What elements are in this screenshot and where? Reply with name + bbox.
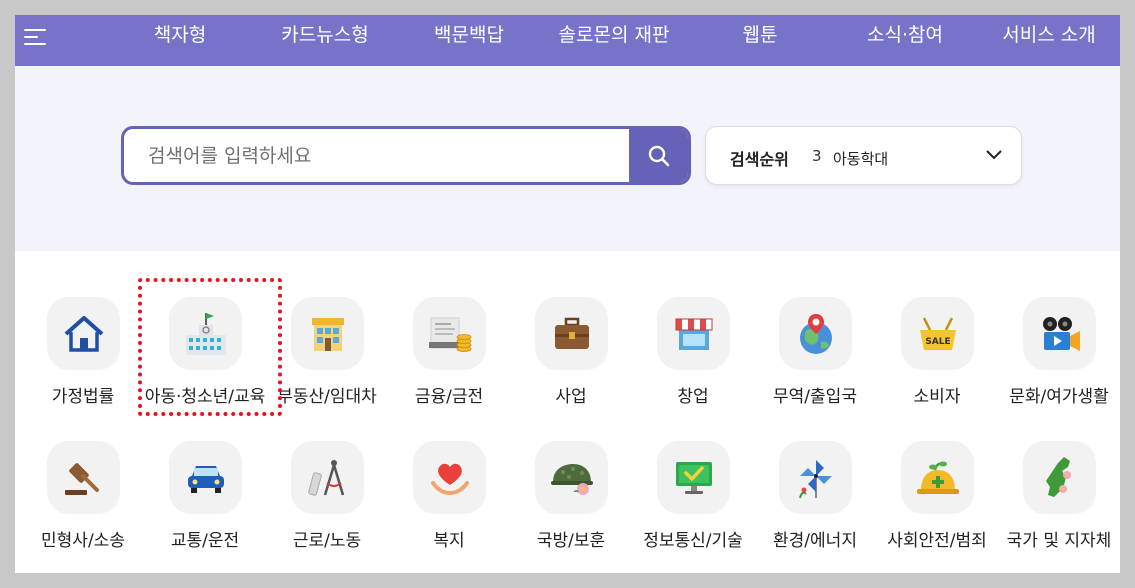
category-label: 근로/노동 [292,531,362,551]
chevron-down-icon [986,150,1002,160]
category-label: 문화/여가생활 [1009,387,1109,407]
school-icon [169,297,242,370]
category-environment-energy[interactable]: 환경/에너지 [754,441,876,566]
category-label: 소비자 [913,387,961,407]
category-startup[interactable]: 창업 [632,297,754,422]
search-box [121,126,691,185]
ranking-term: 아동학대 [833,150,889,168]
nav-item-card-news[interactable]: 카드뉴스형 [281,15,368,58]
category-label: 복지 [433,531,465,551]
category-defense-veterans[interactable]: 국방/보훈 [510,441,632,566]
category-ict[interactable]: 정보통신/기술 [632,441,754,566]
nav-item-news[interactable]: 소식·참여 [867,15,943,58]
category-label: 부동산/임대차 [277,387,377,407]
category-label: 교통/운전 [170,531,240,551]
category-business[interactable]: 사업 [510,297,632,422]
category-real-estate[interactable]: 부동산/임대차 [266,297,388,422]
sale-basket-icon: SALE [901,297,974,370]
category-label: 사업 [555,387,587,407]
category-label: 국가 및 지자체 [1006,531,1112,551]
hardhat-icon [901,441,974,514]
category-label: 민형사/소송 [41,531,125,551]
search-input[interactable] [124,129,629,182]
category-label: 가정법률 [51,387,115,407]
category-public-safety[interactable]: 사회안전/범죄 [876,441,998,566]
heart-hands-icon [413,441,486,514]
category-labor[interactable]: 근로/노동 [266,441,388,566]
category-label: 창업 [677,387,709,407]
ranking-number: 3 [812,147,822,165]
category-finance[interactable]: 금융/금전 [388,297,510,422]
category-label: 금융/금전 [414,387,484,407]
category-family-law[interactable]: 가정법률 [22,297,144,422]
category-trade-immigration[interactable]: 무역/출입국 [754,297,876,422]
category-culture-leisure[interactable]: 문화/여가생활 [998,297,1120,422]
category-label: 국방/보훈 [536,531,606,551]
top-nav: 책자형 카드뉴스형 백문백답 솔로몬의 재판 웹툰 소식·참여 서비스 소개 [15,15,1120,66]
page-frame: 책자형 카드뉴스형 백문백답 솔로몬의 재판 웹툰 소식·참여 서비스 소개 검… [15,15,1120,573]
category-label: 정보통신/기술 [643,531,743,551]
category-welfare[interactable]: 복지 [388,441,510,566]
search-icon [648,145,669,166]
storefront-icon [657,297,730,370]
menu-icon[interactable] [24,26,48,48]
gavel-icon [47,441,120,514]
nav-item-webtoon[interactable]: 웹툰 [743,15,778,58]
nav-item-solomon[interactable]: 솔로몬의 재판 [559,15,670,58]
movie-camera-icon [1023,297,1096,370]
coins-icon [413,297,486,370]
search-hero: 검색순위 3 아동학대 [15,66,1120,251]
korea-map-icon [1023,441,1096,514]
category-label: 무역/출입국 [773,387,857,407]
category-youth-education[interactable]: 아동·청소년/교육 [144,297,266,422]
search-button[interactable] [629,129,688,182]
category-label: 사회안전/범죄 [887,531,987,551]
helmet-flower-icon [535,441,608,514]
pinwheel-icon [779,441,852,514]
briefcase-icon [535,297,608,370]
house-icon [47,297,120,370]
compass-tool-icon [291,441,364,514]
ranking-label: 검색순위 [730,150,789,169]
car-icon [169,441,242,514]
svg-text:SALE: SALE [925,337,950,347]
category-consumer[interactable]: SALE 소비자 [876,297,998,422]
globe-pin-icon [779,297,852,370]
category-civil-criminal[interactable]: 민형사/소송 [22,441,144,566]
nav-item-booklet[interactable]: 책자형 [154,15,206,58]
nav-item-qna[interactable]: 백문백답 [434,15,504,58]
category-government[interactable]: 국가 및 지자체 [998,441,1120,566]
monitor-check-icon [657,441,730,514]
building-icon [291,297,364,370]
category-label: 환경/에너지 [773,531,857,551]
category-label: 아동·청소년/교육 [144,387,266,407]
category-traffic-driving[interactable]: 교통/운전 [144,441,266,566]
nav-item-service[interactable]: 서비스 소개 [1002,15,1095,58]
search-ranking-dropdown[interactable]: 검색순위 3 아동학대 [705,126,1022,185]
